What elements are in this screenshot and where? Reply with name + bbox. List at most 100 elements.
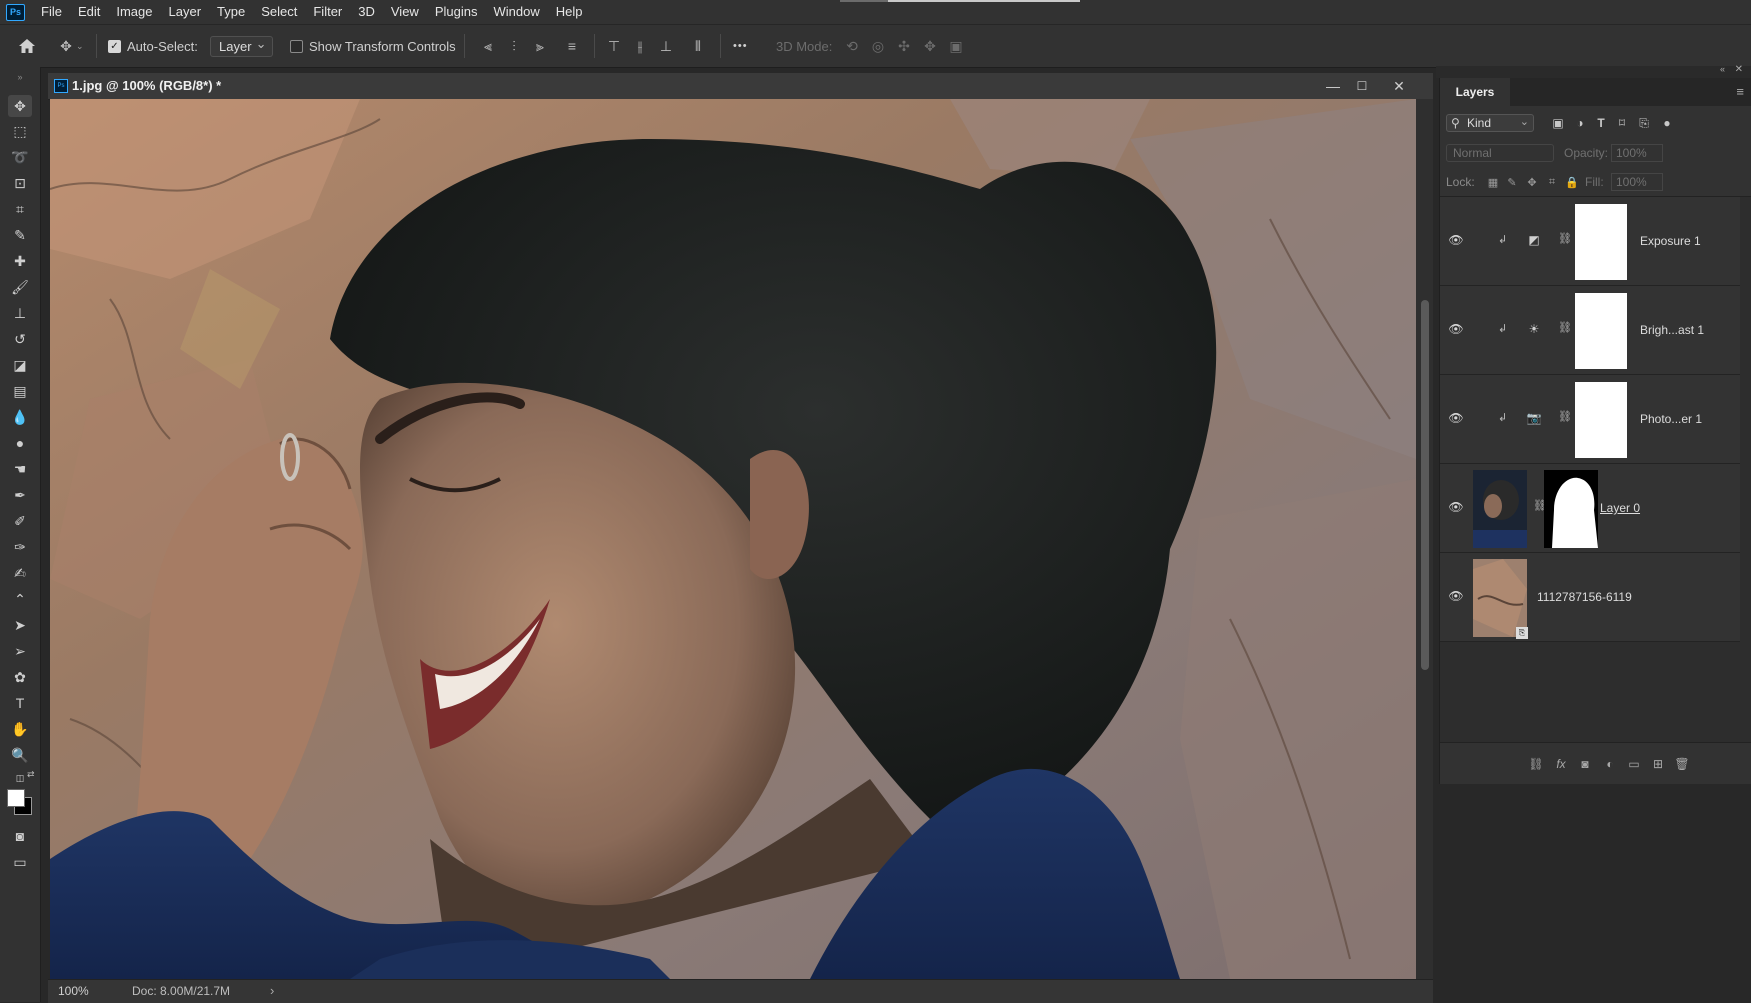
close-icon[interactable]: ✕: [1388, 76, 1410, 96]
menu-view[interactable]: View: [383, 0, 427, 24]
menu-plugins[interactable]: Plugins: [427, 0, 486, 24]
lock-artboard-icon[interactable]: ⌗: [1544, 174, 1560, 190]
layer-row[interactable]: 👁 ↲ ◩ ⛓ Exposure 1: [1440, 197, 1740, 286]
gradient-tool-icon[interactable]: ▤: [8, 380, 32, 402]
menu-image[interactable]: Image: [108, 0, 160, 24]
document-info[interactable]: Doc: 8.00M/21.7M: [132, 984, 230, 998]
menu-layer[interactable]: Layer: [161, 0, 210, 24]
object-selection-tool-icon[interactable]: ⊡: [8, 172, 32, 194]
panel-menu-icon[interactable]: ≡: [1736, 84, 1744, 99]
custom-shape-tool-icon[interactable]: ✿: [8, 666, 32, 688]
layer-row[interactable]: 👁 ↲ ☀ ⛓ Brigh...ast 1: [1440, 286, 1740, 375]
close-panel-icon[interactable]: ✕: [1735, 64, 1743, 75]
layer-row[interactable]: 👁 ↲ 📷 ⛓ Photo...er 1: [1440, 375, 1740, 464]
filter-smart-object-icon[interactable]: ⎘: [1636, 115, 1652, 131]
clone-stamp-tool-icon[interactable]: ⊥: [8, 302, 32, 324]
layer-thumbnail[interactable]: [1473, 470, 1527, 548]
pen-tool-icon[interactable]: ✒: [8, 484, 32, 506]
distribute-horizontal-icon[interactable]: ⫴: [688, 36, 708, 56]
link-icon[interactable]: ⛓: [1558, 410, 1572, 423]
eyedropper-tool-icon[interactable]: ✎: [8, 224, 32, 246]
layer-row[interactable]: 👁 ⛓ Layer 0: [1440, 464, 1740, 553]
lock-transparent-icon[interactable]: ▦: [1485, 174, 1501, 190]
blur-tool-icon[interactable]: 💧: [8, 406, 32, 428]
eye-icon[interactable]: 👁: [1448, 411, 1463, 425]
layer-thumbnail[interactable]: [1473, 559, 1527, 637]
zoom-tool-icon[interactable]: 🔍: [8, 744, 32, 766]
layer-mask-thumbnail[interactable]: [1575, 382, 1627, 458]
marquee-tool-icon[interactable]: ⬚: [8, 120, 32, 142]
menu-window[interactable]: Window: [485, 0, 547, 24]
eraser-tool-icon[interactable]: ◪: [8, 354, 32, 376]
link-icon[interactable]: ⛓: [1558, 232, 1572, 245]
filter-type-icon[interactable]: T: [1593, 115, 1609, 131]
layer-name[interactable]: Layer 0: [1600, 501, 1640, 515]
foreground-color-swatch[interactable]: [7, 789, 25, 807]
canvas[interactable]: [50, 99, 1416, 979]
roll-3d-icon[interactable]: ◎: [868, 36, 888, 56]
move-tool-preset-icon[interactable]: ✥ ⌄: [56, 25, 83, 67]
menu-select[interactable]: Select: [253, 0, 305, 24]
align-bottom-icon[interactable]: ⊥: [656, 36, 676, 56]
add-mask-icon[interactable]: ◙: [1577, 756, 1593, 772]
menu-file[interactable]: File: [33, 0, 70, 24]
opacity-input[interactable]: 100%: [1611, 144, 1663, 162]
tab-layers[interactable]: Layers: [1440, 78, 1510, 106]
history-brush-tool-icon[interactable]: ↺: [8, 328, 32, 350]
maximize-icon[interactable]: ☐: [1351, 76, 1373, 96]
layer-name[interactable]: Brigh...ast 1: [1640, 323, 1704, 337]
layer-name[interactable]: Photo...er 1: [1640, 412, 1702, 426]
healing-brush-tool-icon[interactable]: ✚: [8, 250, 32, 272]
filter-shape-icon[interactable]: ⌑: [1614, 115, 1630, 131]
more-options-icon[interactable]: •••: [733, 25, 748, 67]
layer-mask-thumbnail[interactable]: [1575, 293, 1627, 369]
new-group-icon[interactable]: ▭: [1626, 756, 1642, 772]
auto-select-target-dropdown[interactable]: Layer: [210, 35, 273, 57]
menu-edit[interactable]: Edit: [70, 0, 108, 24]
swap-colors-icon[interactable]: ⇄: [27, 769, 35, 780]
layer-name[interactable]: 1112787156-6119: [1537, 590, 1632, 604]
layer-row[interactable]: 👁 ⎘ 1112787156-6119: [1440, 553, 1740, 642]
filter-pixel-icon[interactable]: ▣: [1550, 115, 1566, 131]
eye-icon[interactable]: 👁: [1448, 500, 1463, 514]
link-layers-icon[interactable]: ⛓: [1528, 756, 1544, 772]
eye-icon[interactable]: 👁: [1448, 589, 1463, 603]
type-tool-icon[interactable]: T: [8, 692, 32, 714]
crop-tool-icon[interactable]: ⌗: [8, 198, 32, 220]
menu-3d[interactable]: 3D: [350, 0, 383, 24]
document-tab[interactable]: Ps 1.jpg @ 100% (RGB/8*) * — ☐ ✕: [48, 73, 1433, 100]
align-right-icon[interactable]: ⫸: [530, 36, 550, 56]
lock-position-icon[interactable]: ✥: [1524, 174, 1540, 190]
screen-mode-icon[interactable]: ▭: [8, 851, 32, 873]
distribute-vertical-icon[interactable]: ≡: [562, 36, 582, 56]
filter-adjustment-icon[interactable]: ◑: [1572, 115, 1588, 131]
smudge-tool-icon[interactable]: ☚: [8, 458, 32, 480]
path-selection-tool-icon[interactable]: ➤: [8, 614, 32, 636]
minimize-icon[interactable]: —: [1322, 76, 1344, 96]
eye-icon[interactable]: 👁: [1448, 233, 1463, 247]
align-horizontal-center-icon[interactable]: ⫶: [504, 36, 524, 56]
blend-mode-dropdown[interactable]: Normal: [1446, 144, 1554, 162]
brush-tool-icon[interactable]: 🖌: [8, 276, 32, 298]
lasso-tool-icon[interactable]: ➰: [8, 146, 32, 168]
filter-toggle-icon[interactable]: ●: [1659, 115, 1675, 131]
align-vertical-center-icon[interactable]: ⫲: [630, 36, 650, 56]
zoom-level[interactable]: 100%: [58, 984, 89, 998]
filter-kind-dropdown[interactable]: ⚲ Kind ⌄: [1446, 114, 1534, 132]
menu-type[interactable]: Type: [209, 0, 253, 24]
drag-3d-icon[interactable]: ✣: [894, 36, 914, 56]
layer-mask-thumbnail[interactable]: [1575, 204, 1627, 280]
home-icon[interactable]: [18, 25, 36, 67]
menu-filter[interactable]: Filter: [305, 0, 350, 24]
quick-mask-icon[interactable]: ◙: [8, 825, 32, 847]
layer-mask-thumbnail[interactable]: [1544, 470, 1598, 548]
auto-select-checkbox[interactable]: ✓ Auto-Select:: [108, 25, 198, 67]
move-tool-icon[interactable]: ✥: [8, 95, 32, 117]
chevron-right-icon[interactable]: ›: [270, 983, 274, 998]
align-top-icon[interactable]: ⊤: [604, 36, 624, 56]
fx-icon[interactable]: fx: [1553, 756, 1569, 772]
dodge-tool-icon[interactable]: ●: [8, 432, 32, 454]
lock-image-icon[interactable]: ✎: [1504, 174, 1520, 190]
collapse-toolbar-icon[interactable]: »: [8, 66, 32, 88]
direct-selection-tool-icon[interactable]: ➢: [8, 640, 32, 662]
